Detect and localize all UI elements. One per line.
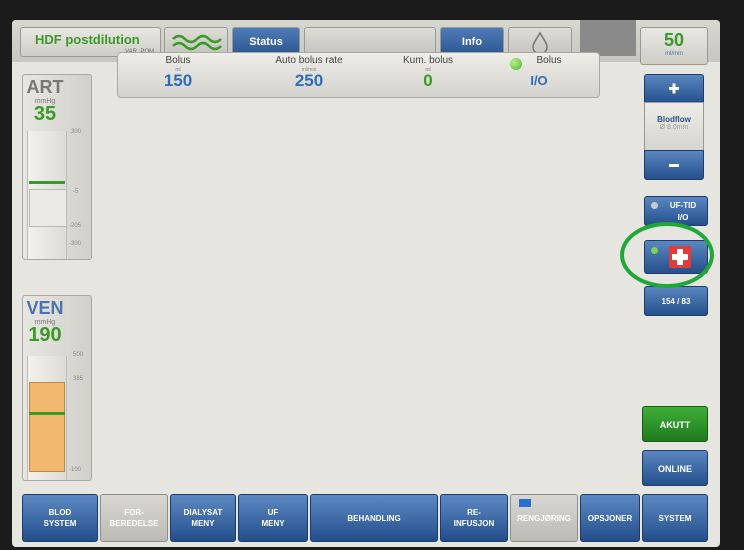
button-line: UF <box>267 508 279 517</box>
art-tick: 300 <box>71 129 82 135</box>
auto-bolus-rate-label: Auto bolus rate <box>275 55 343 66</box>
button-line: BLOD <box>48 508 72 517</box>
blod-system-button[interactable]: BLOD SYSTEM <box>22 494 98 542</box>
art-level-marker <box>29 181 65 184</box>
art-value: 35 <box>33 103 57 125</box>
uf-tid-indicator <box>651 202 658 209</box>
bloodflow-diameter: Ø 8,0mm <box>659 124 689 131</box>
button-line: RENGJØRING <box>517 513 571 523</box>
ven-level-marker <box>29 412 65 415</box>
auto-bolus-rate-value[interactable]: 250 <box>254 71 364 91</box>
rengjoring-indicator <box>519 499 531 507</box>
ven-label: VEN <box>26 298 64 318</box>
button-line: FOR- <box>124 508 144 517</box>
opsjoner-button[interactable]: OPSJONER <box>580 494 640 542</box>
bolus-panel: Bolus ml 150 Auto bolus rate ml/min 250 … <box>117 52 600 98</box>
akutt-button[interactable]: AKUTT <box>642 406 708 442</box>
ven-value: 190 <box>28 324 62 346</box>
kum-bolus-label: Kum. bolus <box>402 55 454 66</box>
bolus-value[interactable]: 150 <box>148 71 208 91</box>
art-tick: -205 <box>69 223 82 229</box>
reinfusjon-button[interactable]: RE- INFUSJON <box>440 494 508 542</box>
ven-tick: 385 <box>73 376 84 382</box>
button-line: MENY <box>191 519 215 528</box>
art-label: ART <box>26 77 64 97</box>
ven-pressure-panel[interactable]: VEN mmHg 190 500 385 -100 <box>22 295 92 481</box>
art-pressure-panel[interactable]: ART mmHg 35 300 -5 -205 -300 <box>22 74 92 260</box>
button-line: SYSTEM <box>43 519 77 528</box>
dialysis-screen: HDF postdilution VAR. POM Status Info 50… <box>12 20 720 547</box>
rengjoring-button[interactable]: RENGJØRING <box>510 494 578 542</box>
blood-rate-display[interactable]: 50 ml/min <box>640 27 708 65</box>
uf-tid-button[interactable]: UF-TID I/O <box>644 196 708 226</box>
ven-tick: -100 <box>69 467 82 473</box>
camera-reflection <box>580 20 636 56</box>
blood-rate-unit: ml/min <box>665 51 683 57</box>
bolus-toggle-label: Bolus <box>536 55 562 66</box>
button-line: RE- <box>467 508 481 517</box>
button-line: INFUSJON <box>453 519 495 528</box>
bolus-toggle[interactable]: I/O <box>504 73 574 88</box>
uf-tid-label: UF-TID <box>669 201 697 210</box>
button-line: MENY <box>261 519 285 528</box>
uf-tid-value: I/O <box>677 213 689 222</box>
button-line: BEHANDLING <box>347 513 401 523</box>
behandling-button[interactable]: BEHANDLING <box>310 494 438 542</box>
button-line: BEREDELSE <box>109 519 159 528</box>
bloodflow-increase-button[interactable] <box>644 74 704 104</box>
uf-meny-button[interactable]: UF MENY <box>238 494 308 542</box>
bolus-indicator-light <box>510 58 522 70</box>
minus-icon <box>669 164 679 167</box>
button-line: OPSJONER <box>587 513 633 523</box>
bloodflow-label: Blodflow <box>657 115 691 124</box>
online-button[interactable]: ONLINE <box>642 450 708 486</box>
blood-rate-value: 50 <box>663 30 685 50</box>
art-window <box>29 189 67 227</box>
mode-title: HDF postdilution <box>35 32 140 47</box>
ven-tick: 500 <box>73 352 84 358</box>
button-line: SYSTEM <box>658 513 692 523</box>
bloodflow-decrease-button[interactable] <box>644 150 704 180</box>
art-tick: -300 <box>69 241 82 247</box>
ven-range-bar <box>29 382 65 472</box>
bolus-label: Bolus <box>165 55 191 66</box>
blood-pressure-button[interactable]: 154 / 83 <box>644 286 708 316</box>
button-line: DIALYSAT <box>183 508 223 517</box>
kum-bolus-value: 0 <box>423 71 433 90</box>
bloodflow-display: Blodflow Ø 8,0mm <box>644 102 704 152</box>
system-button[interactable]: SYSTEM <box>642 494 708 542</box>
art-tick: -5 <box>73 189 79 195</box>
dialysat-meny-button[interactable]: DIALYSAT MENY <box>170 494 236 542</box>
highlight-circle <box>620 222 714 288</box>
forberedelse-button[interactable]: FOR- BEREDELSE <box>100 494 168 542</box>
plus-icon <box>669 83 679 94</box>
